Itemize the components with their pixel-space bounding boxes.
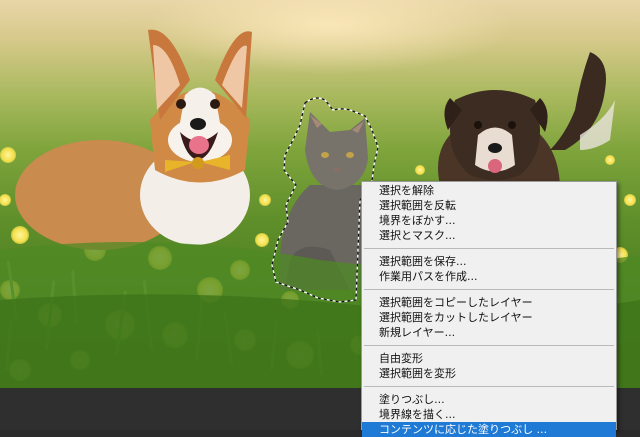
menu-separator xyxy=(364,345,614,346)
menu-item[interactable]: 自由変形 xyxy=(362,351,616,366)
menu-item[interactable]: 新規レイヤー... xyxy=(362,325,616,340)
menu-item[interactable]: 選択範囲をコピーしたレイヤー xyxy=(362,295,616,310)
menu-item[interactable]: 塗りつぶし... xyxy=(362,392,616,407)
menu-item[interactable]: 選択範囲をカットしたレイヤー xyxy=(362,310,616,325)
menu-separator xyxy=(364,386,614,387)
context-menu[interactable]: 選択を解除 選択範囲を反転 境界をぼかす... 選択とマスク... 選択範囲を保存...… xyxy=(361,181,617,437)
menu-item[interactable]: 選択範囲を反転 xyxy=(362,198,616,213)
menu-item[interactable]: 境界をぼかす... xyxy=(362,213,616,228)
menu-separator xyxy=(364,248,614,249)
corgi-dog xyxy=(15,29,252,250)
menu-item[interactable]: 選択範囲を保存... xyxy=(362,254,616,269)
menu-item[interactable]: 境界線を描く... xyxy=(362,407,616,422)
menu-item[interactable]: 選択とマスク... xyxy=(362,228,616,243)
menu-item[interactable]: 選択を解除 xyxy=(362,183,616,198)
menu-item[interactable]: 作業用パスを作成... xyxy=(362,269,616,284)
menu-separator xyxy=(364,289,614,290)
menu-item[interactable]: 選択範囲を変形 xyxy=(362,366,616,381)
